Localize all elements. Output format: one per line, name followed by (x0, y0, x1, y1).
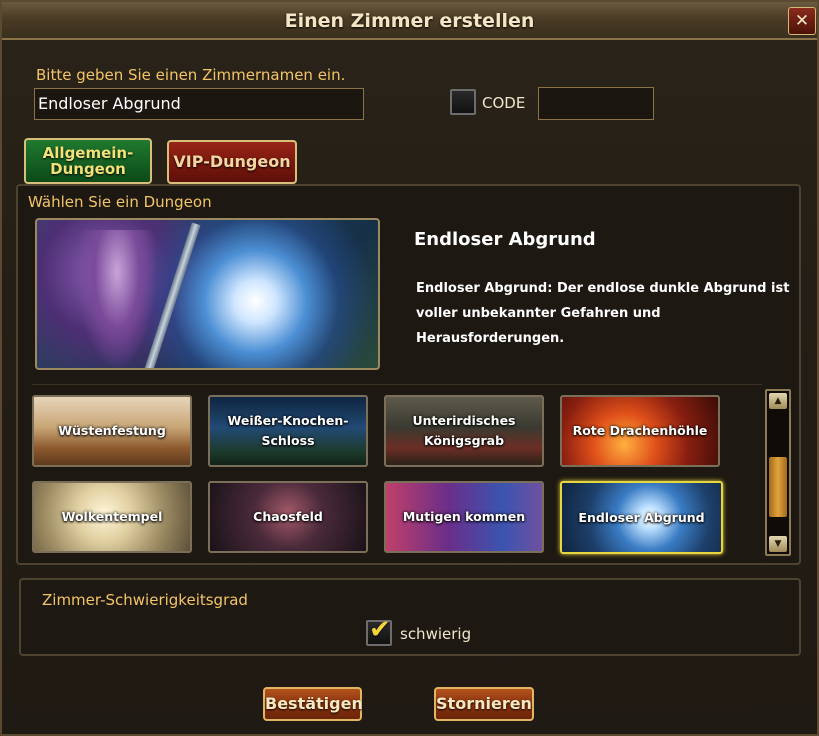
close-button[interactable]: ✕ (788, 7, 816, 35)
scroll-thumb[interactable] (769, 457, 787, 517)
code-label: CODE (482, 94, 526, 112)
selected-dungeon-description: Endloser Abgrund: Der endlose dunkle Abg… (416, 281, 790, 346)
code-input[interactable] (538, 87, 654, 120)
room-name-label: Bitte geben Sie einen Zimmernamen ein. (36, 66, 346, 84)
room-name-input[interactable]: Endloser Abgrund (34, 88, 364, 120)
close-icon: ✕ (794, 11, 810, 31)
difficulty-panel (19, 578, 801, 656)
dungeon-tile[interactable]: Chaosfeld (208, 481, 368, 553)
dungeon-select-heading: Wählen Sie ein Dungeon (28, 193, 212, 211)
tab-general-label: Allgemein- Dungeon (42, 144, 134, 178)
dungeon-tile-label: Wolkentempel (61, 509, 163, 524)
scroll-down-icon[interactable]: ▼ (769, 536, 787, 552)
selected-dungeon-title: Endloser Abgrund (414, 229, 596, 250)
dungeon-tile-label: Wüstenfestung (58, 423, 166, 438)
dungeon-tile-selected[interactable]: Endloser Abgrund (560, 481, 723, 554)
difficulty-heading: Zimmer-Schwierigkeitsgrad (42, 591, 248, 609)
code-checkbox[interactable] (450, 89, 476, 115)
checkmark-icon: ✔ (369, 615, 391, 645)
tab-vip-dungeon[interactable]: VIP-Dungeon (167, 140, 297, 184)
dungeon-preview-image (35, 218, 380, 370)
dungeon-tile[interactable]: Wüstenfestung (32, 395, 192, 467)
dungeon-tile[interactable]: Unterirdisches Königsgrab (384, 395, 544, 467)
dungeon-tile[interactable]: Rote Drachenhöhle (560, 395, 720, 467)
dungeon-tile[interactable]: Mutigen kommen (384, 481, 544, 553)
hard-difficulty-label: schwierig (400, 625, 472, 643)
dungeon-tile-label: Rote Drachenhöhle (572, 423, 708, 438)
dungeon-tile[interactable]: Wolkentempel (32, 481, 192, 553)
divider (32, 384, 762, 385)
dialog-title: Einen Zimmer erstellen (284, 10, 535, 32)
tab-vip-label: VIP-Dungeon (173, 152, 291, 171)
title-bar[interactable]: Einen Zimmer erstellen ✕ (2, 2, 817, 40)
dungeon-tile-label: Mutigen kommen (402, 509, 526, 524)
cancel-button[interactable]: Stornieren (434, 687, 534, 721)
dungeon-tile-label: Chaosfeld (253, 509, 323, 524)
dungeon-list-scrollbar[interactable]: ▲ ▼ (765, 389, 791, 556)
scroll-up-icon[interactable]: ▲ (769, 393, 787, 409)
tab-general-dungeon[interactable]: Allgemein- Dungeon (24, 138, 152, 184)
dungeon-tile-label: Endloser Abgrund (578, 509, 705, 525)
preview-character (77, 230, 157, 368)
hard-difficulty-checkbox[interactable]: ✔ (366, 616, 392, 646)
dungeon-tile-label: Unterirdisches Königsgrab (412, 413, 516, 448)
dungeon-tile-label: Weißer-Knochen-Schloss (227, 413, 349, 448)
dungeon-tile[interactable]: Weißer-Knochen-Schloss (208, 395, 368, 467)
confirm-button[interactable]: Bestätigen (263, 687, 363, 721)
